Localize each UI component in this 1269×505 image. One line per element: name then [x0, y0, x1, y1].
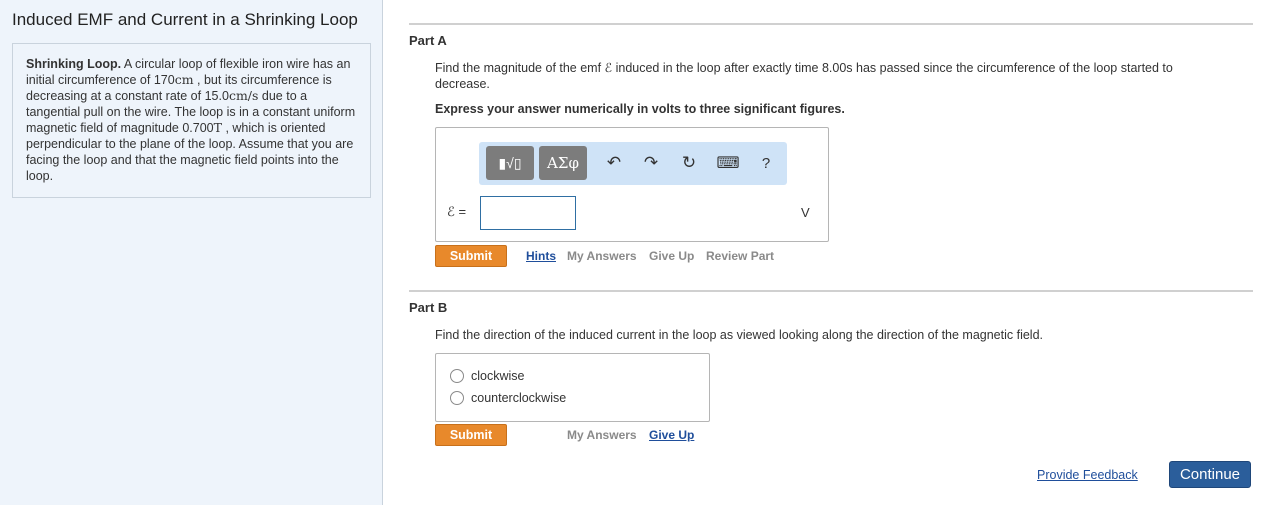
part-b-prompt: Find the direction of the induced curren…: [435, 328, 1044, 342]
reset-icon[interactable]: ↻: [678, 153, 700, 173]
part-b-divider: [409, 290, 1253, 292]
intro-lead: Shrinking Loop.: [26, 57, 122, 71]
problem-sidebar: Induced EMF and Current in a Shrinking L…: [0, 0, 383, 505]
emf-label: ℰ =: [447, 204, 467, 219]
provide-feedback-link[interactable]: Provide Feedback: [1037, 468, 1138, 482]
part-b-my-answers-link: My Answers: [567, 428, 637, 442]
parts-panel: Part A Find the magnitude of the emf ℰ i…: [409, 0, 1253, 505]
part-b-give-up-link[interactable]: Give Up: [649, 428, 694, 442]
continue-button[interactable]: Continue: [1169, 461, 1251, 488]
field-value: 0.700: [182, 121, 214, 135]
option-counterclockwise[interactable]: counterclockwise: [450, 391, 566, 405]
hints-link[interactable]: Hints: [526, 249, 556, 263]
radio-button[interactable]: [450, 391, 464, 405]
part-a-prompt: Find the magnitude of the emf ℰ induced …: [435, 61, 1173, 91]
help-icon[interactable]: ?: [755, 153, 777, 173]
part-a-my-answers-link: My Answers: [567, 249, 637, 263]
unit-label: V: [801, 205, 810, 220]
problem-title: Induced EMF and Current in a Shrinking L…: [12, 10, 358, 29]
undo-icon[interactable]: ↶: [603, 153, 625, 173]
math-toolbar: ▮√▯ ΑΣφ ↶ ↷ ↻ ⌨ ?: [479, 142, 787, 185]
option-label: counterclockwise: [471, 391, 567, 405]
answer-box: ▮√▯ ΑΣφ ↶ ↷ ↻ ⌨ ? ℰ = V: [435, 127, 829, 242]
option-label: clockwise: [471, 369, 525, 383]
part-b-title: Part B: [409, 300, 448, 315]
part-a-title: Part A: [409, 33, 447, 48]
circumference-unit: cm: [174, 72, 194, 87]
part-a-divider: [409, 23, 1253, 25]
part-b-submit-button[interactable]: Submit: [435, 424, 507, 446]
review-part-link: Review Part: [706, 249, 775, 263]
direction-options: clockwise counterclockwise: [435, 353, 710, 422]
rate-value: 15.0: [204, 89, 229, 103]
option-clockwise[interactable]: clockwise: [450, 369, 525, 383]
redo-icon[interactable]: ↷: [640, 153, 662, 173]
part-a-give-up-link: Give Up: [649, 249, 695, 263]
keyboard-icon[interactable]: ⌨: [716, 153, 739, 173]
part-a-submit-button[interactable]: Submit: [435, 245, 507, 267]
problem-intro: Shrinking Loop. A circular loop of flexi…: [12, 43, 371, 198]
templates-button[interactable]: ▮√▯: [486, 146, 534, 180]
field-unit: T: [213, 120, 222, 135]
part-a-instruction: Express your answer numerically in volts…: [435, 102, 845, 116]
rate-unit: cm/s: [228, 88, 259, 103]
circumference-value: 170: [153, 73, 175, 87]
greek-symbols-button[interactable]: ΑΣφ: [539, 146, 587, 180]
emf-answer-input[interactable]: [480, 196, 576, 230]
radio-button[interactable]: [450, 369, 464, 383]
